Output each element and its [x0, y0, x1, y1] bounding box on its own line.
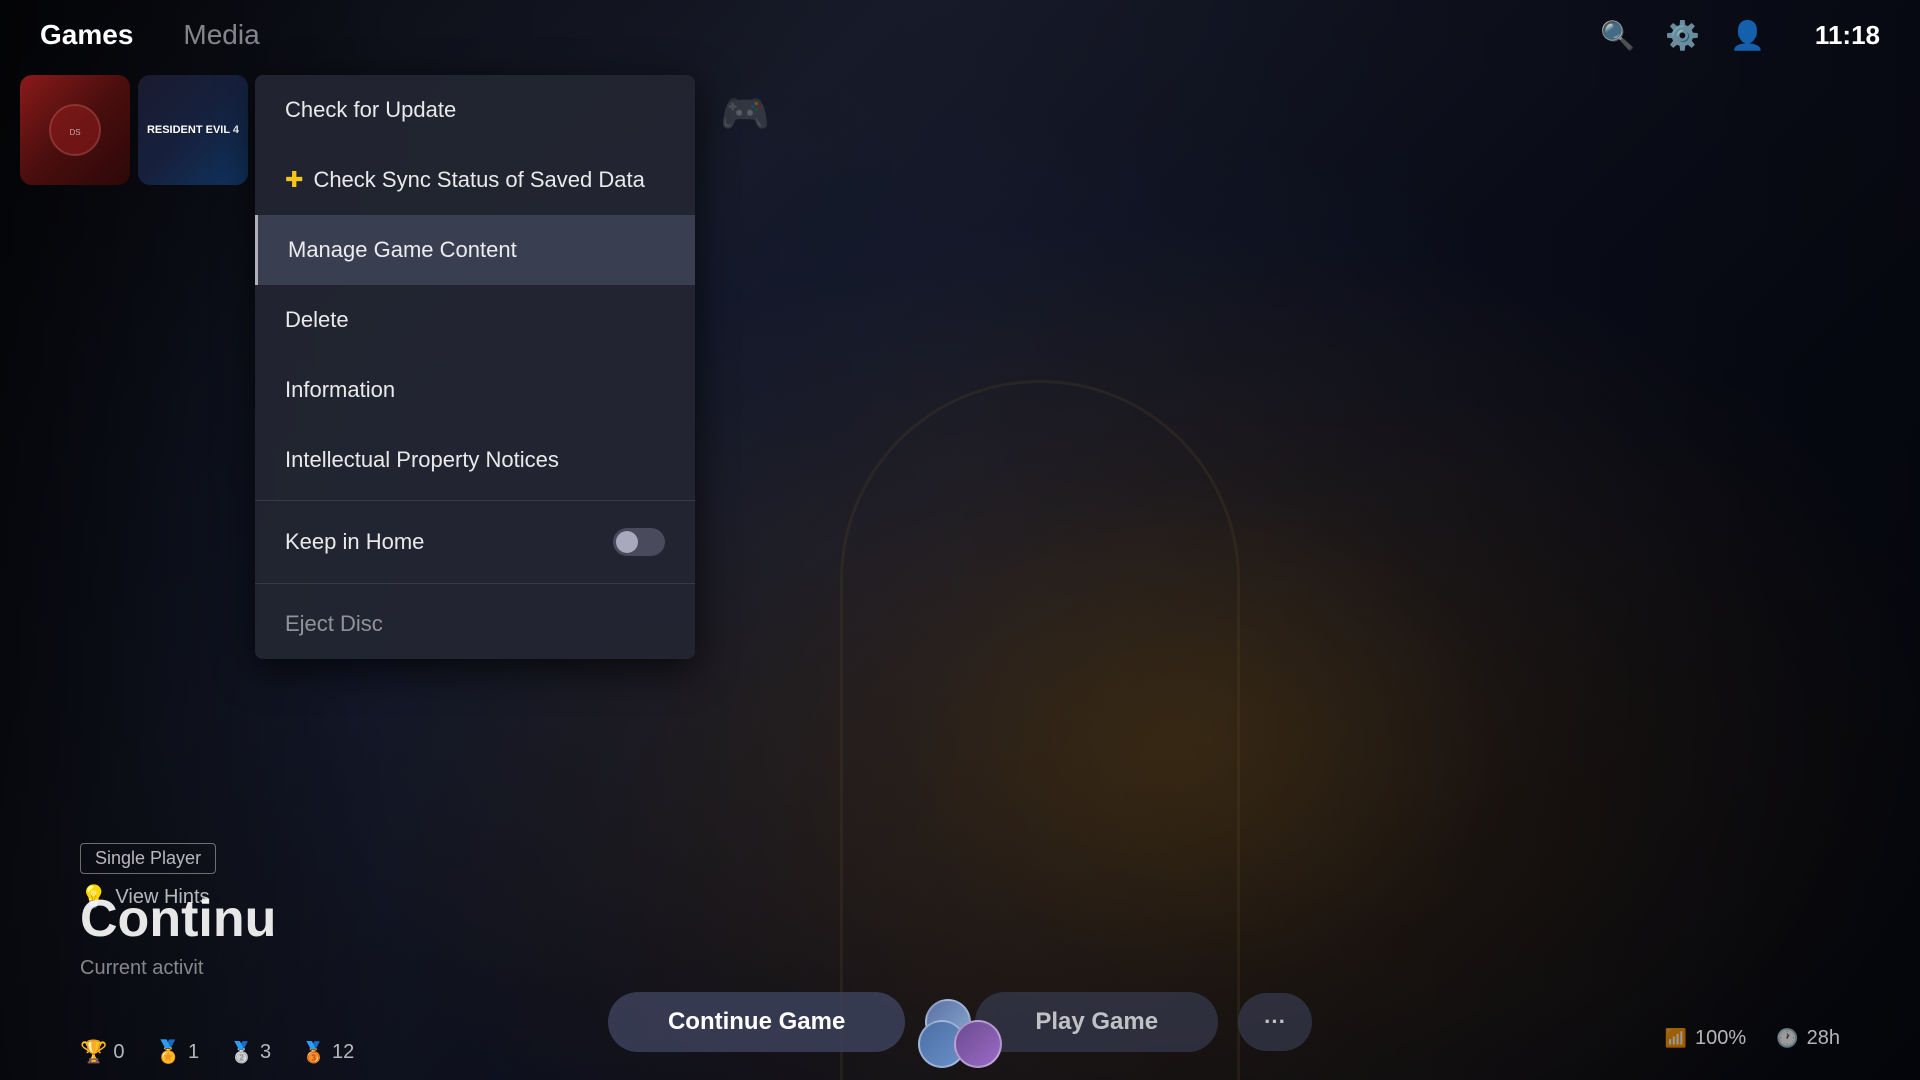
- nav-tabs: Games Media: [40, 14, 1600, 56]
- game-thumb-darksiders[interactable]: DS: [20, 75, 130, 185]
- menu-label-check-update: Check for Update: [285, 97, 456, 123]
- continue-game-button[interactable]: Continue Game: [608, 992, 905, 1052]
- menu-item-information[interactable]: Information: [255, 355, 695, 425]
- signal-percent: 100%: [1695, 1027, 1746, 1050]
- time-display: 11:18: [1815, 20, 1880, 51]
- menu-separator-2: [255, 583, 695, 584]
- ps-plus-icon: ✚: [285, 167, 303, 193]
- search-icon[interactable]: 🔍: [1600, 19, 1635, 52]
- menu-item-manage-content[interactable]: Manage Game Content: [255, 215, 695, 285]
- gold-icon: 🏅: [155, 1039, 182, 1065]
- svg-text:DS: DS: [69, 128, 80, 137]
- signal-icon: 📶: [1665, 1028, 1687, 1049]
- game-title: Continu: [80, 889, 1840, 949]
- menu-label-information: Information: [285, 377, 395, 403]
- platinum-icon: 🏆: [80, 1039, 107, 1065]
- bottom-area: Single Player Continu Current activit: [80, 843, 1840, 980]
- toggle-knob: [616, 531, 638, 553]
- keep-home-toggle[interactable]: [613, 528, 665, 556]
- avatar-secondary: [954, 1020, 1002, 1068]
- menu-item-keep-home[interactable]: Keep in Home: [255, 506, 695, 578]
- play-game-button[interactable]: Play Game: [975, 992, 1218, 1052]
- silver-count: 3: [260, 1041, 271, 1064]
- tab-games[interactable]: Games: [40, 14, 133, 56]
- game-subtitle: Current activit: [80, 957, 1840, 980]
- trophy-gold: 🏅 1: [155, 1039, 200, 1065]
- status-area: 📶 100% 🕐 28h: [1665, 1027, 1840, 1050]
- play-time: 28h: [1807, 1027, 1840, 1050]
- gold-count: 1: [188, 1041, 199, 1064]
- single-player-badge: Single Player: [80, 843, 216, 874]
- silver-icon: 🥈: [229, 1040, 254, 1065]
- user-icon[interactable]: 👤: [1730, 19, 1765, 52]
- tab-media[interactable]: Media: [183, 14, 259, 56]
- playtime-status: 🕐 28h: [1776, 1027, 1840, 1050]
- menu-separator: [255, 500, 695, 501]
- more-options-button[interactable]: ···: [1238, 993, 1312, 1051]
- controller-area: 🎮: [720, 90, 770, 137]
- signal-status: 📶 100%: [1665, 1027, 1747, 1050]
- menu-label-ip-notices: Intellectual Property Notices: [285, 447, 559, 473]
- trophy-bronze: 🥉 12: [301, 1040, 354, 1065]
- menu-item-ip-notices[interactable]: Intellectual Property Notices: [255, 425, 695, 495]
- menu-item-check-update[interactable]: Check for Update: [255, 75, 695, 145]
- re4-label: RESIDENT EVIL 4: [147, 124, 239, 136]
- bronze-count: 12: [332, 1041, 354, 1064]
- menu-item-eject[interactable]: Eject Disc: [255, 589, 695, 659]
- top-navigation: Games Media 🔍 ⚙️ 👤 11:18: [0, 0, 1920, 70]
- games-row: DS RESIDENT EVIL 4: [20, 75, 248, 185]
- settings-icon[interactable]: ⚙️: [1665, 19, 1700, 52]
- game-thumb-re4[interactable]: RESIDENT EVIL 4: [138, 75, 248, 185]
- trophy-silver: 🥈 3: [229, 1040, 271, 1065]
- trophy-area: 🏆 0 🏅 1 🥈 3 🥉 12: [80, 1039, 354, 1065]
- clock-icon: 🕐: [1776, 1028, 1798, 1049]
- menu-label-delete: Delete: [285, 307, 349, 333]
- controller-icon: 🎮: [720, 92, 770, 136]
- avatar-area: [918, 1020, 1002, 1068]
- menu-item-sync-saved[interactable]: ✚ Check Sync Status of Saved Data: [255, 145, 695, 215]
- menu-label-eject: Eject Disc: [285, 611, 383, 637]
- menu-item-delete[interactable]: Delete: [255, 285, 695, 355]
- nav-icons: 🔍 ⚙️ 👤 11:18: [1600, 19, 1880, 52]
- trophy-platinum: 🏆 0: [80, 1039, 125, 1065]
- menu-label-sync-saved: Check Sync Status of Saved Data: [313, 167, 644, 193]
- menu-label-manage-content: Manage Game Content: [288, 237, 517, 263]
- context-menu: Check for Update ✚ Check Sync Status of …: [255, 75, 695, 659]
- platinum-count: 0: [113, 1041, 124, 1064]
- bronze-icon: 🥉: [301, 1040, 326, 1065]
- menu-label-keep-home: Keep in Home: [285, 529, 424, 555]
